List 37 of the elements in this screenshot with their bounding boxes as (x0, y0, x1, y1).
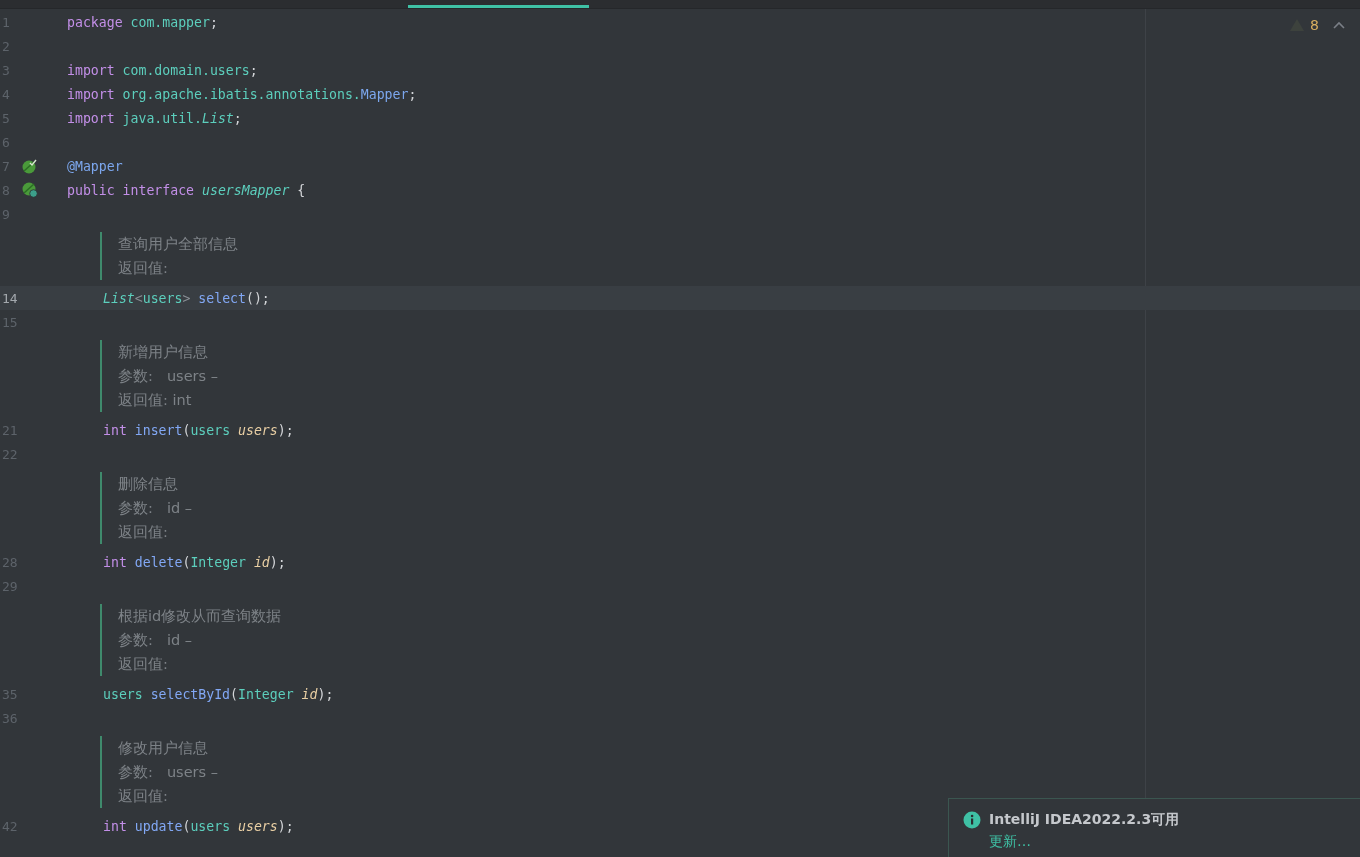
notification-title: IntelliJ IDEA2022.2.3可用 (989, 811, 1180, 829)
bean-check-icon[interactable] (22, 158, 37, 174)
code-line: int delete(Integer id); (103, 554, 286, 570)
code-line: import org.apache.ibatis.annotations.Mapper; (67, 86, 417, 102)
doc-text: 查询用户全部信息 (118, 234, 238, 254)
inspection-widget[interactable]: 8 (1290, 17, 1345, 33)
doc-text: 参数: (118, 762, 153, 782)
update-link[interactable]: 更新… (989, 833, 1180, 851)
doc-param: id – (166, 632, 192, 648)
bean-badge-icon[interactable] (22, 182, 38, 198)
code-line: public interface usersMapper { (67, 182, 306, 198)
doc-text: 返回值: (118, 522, 168, 542)
doc-text: 返回值: (118, 786, 168, 806)
doc-param: users – (166, 368, 218, 384)
doc-text: 新增用户信息 (118, 342, 208, 362)
code-line: import com.domain.users; (67, 62, 258, 78)
doc-param: id – (166, 500, 192, 516)
code-line: int insert(users users); (103, 422, 294, 438)
doc-text: 参数: (118, 630, 153, 650)
code-line: @Mapper (67, 158, 123, 174)
code-line: List<users> select(); (103, 290, 270, 306)
info-icon (963, 811, 981, 829)
doc-text: 返回值: (118, 654, 168, 674)
caret-up-icon[interactable] (1333, 21, 1345, 29)
doc-text: 参数: (118, 498, 153, 518)
code-line: import java.util.List; (67, 110, 242, 126)
code-line: users selectById(Integer id); (103, 686, 334, 702)
doc-text: 删除信息 (118, 474, 178, 494)
line-number: 14 (1, 290, 19, 306)
doc-param: users – (166, 764, 218, 780)
doc-text: 修改用户信息 (118, 738, 208, 758)
code-line: package com.mapper; (67, 14, 218, 30)
doc-text: 参数: (118, 366, 153, 386)
doc-text: 返回值: (118, 258, 168, 278)
code-line: int update(users users); (103, 818, 294, 834)
doc-text: 根据id修改从而查询数据 (118, 606, 282, 626)
doc-text: 返回值: int (118, 390, 192, 410)
